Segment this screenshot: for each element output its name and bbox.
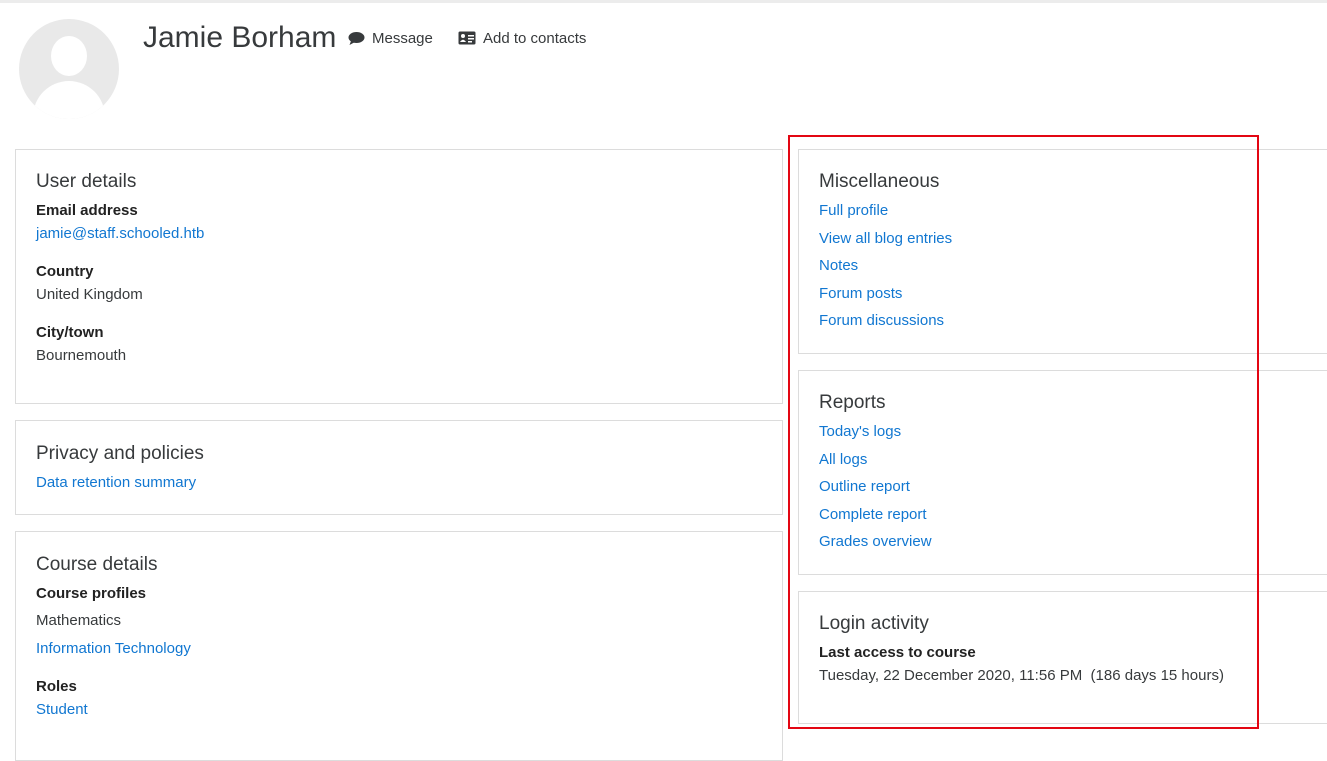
email-label: Email address [36,202,138,219]
course-mathematics: Mathematics [36,612,122,629]
avatar [19,19,119,119]
country-label: Country [36,263,94,280]
avatar-body [33,81,105,119]
forum-discussions-link[interactable]: Forum discussions [819,311,944,331]
forum-posts-link[interactable]: Forum posts [819,284,902,304]
grades-overview-link[interactable]: Grades overview [819,532,932,552]
miscellaneous-title: Miscellaneous [819,171,940,192]
role-student-link[interactable]: Student [36,700,88,720]
all-logs-link[interactable]: All logs [819,450,867,470]
outline-report-link[interactable]: Outline report [819,477,910,497]
page-title: Jamie Borham [143,21,337,54]
todays-logs-link[interactable]: Today's logs [819,422,901,442]
last-access-label: Last access to course [819,644,976,661]
reports-card: Reports Today's logs All logs Outline re… [798,370,1327,575]
course-information-technology-link[interactable]: Information Technology [36,639,191,659]
login-activity-card: Login activity Last access to course Tue… [798,591,1327,724]
top-border [0,0,1327,3]
course-details-title: Course details [36,554,158,575]
country-value: United Kingdom [36,286,143,303]
course-details-card: Course details Course profiles Mathemati… [15,531,783,761]
privacy-title: Privacy and policies [36,443,204,464]
complete-report-link[interactable]: Complete report [819,505,927,525]
user-details-title: User details [36,171,137,192]
full-profile-link[interactable]: Full profile [819,201,888,221]
city-label: City/town [36,324,104,341]
roles-label: Roles [36,678,77,695]
message-label: Message [372,29,433,47]
user-details-card: User details Email address jamie@staff.s… [15,149,783,404]
add-to-contacts-label: Add to contacts [483,29,587,47]
address-card-icon [458,31,476,45]
reports-title: Reports [819,392,886,413]
miscellaneous-card: Miscellaneous Full profile View all blog… [798,149,1327,354]
message-button[interactable]: Message [348,28,433,48]
notes-link[interactable]: Notes [819,256,858,276]
add-to-contacts-button[interactable]: Add to contacts [458,28,586,48]
privacy-card: Privacy and policies Data retention summ… [15,420,783,515]
login-activity-title: Login activity [819,613,929,634]
course-profiles-label: Course profiles [36,585,147,602]
city-value: Bournemouth [36,347,127,364]
data-retention-link[interactable]: Data retention summary [36,473,196,493]
email-link[interactable]: jamie@staff.schooled.htb [36,224,204,244]
view-blog-entries-link[interactable]: View all blog entries [819,229,952,249]
speech-bubble-icon [348,31,365,45]
last-access-value: Tuesday, 22 December 2020, 11:56 PM (186… [819,667,1224,684]
avatar-head [51,36,87,76]
